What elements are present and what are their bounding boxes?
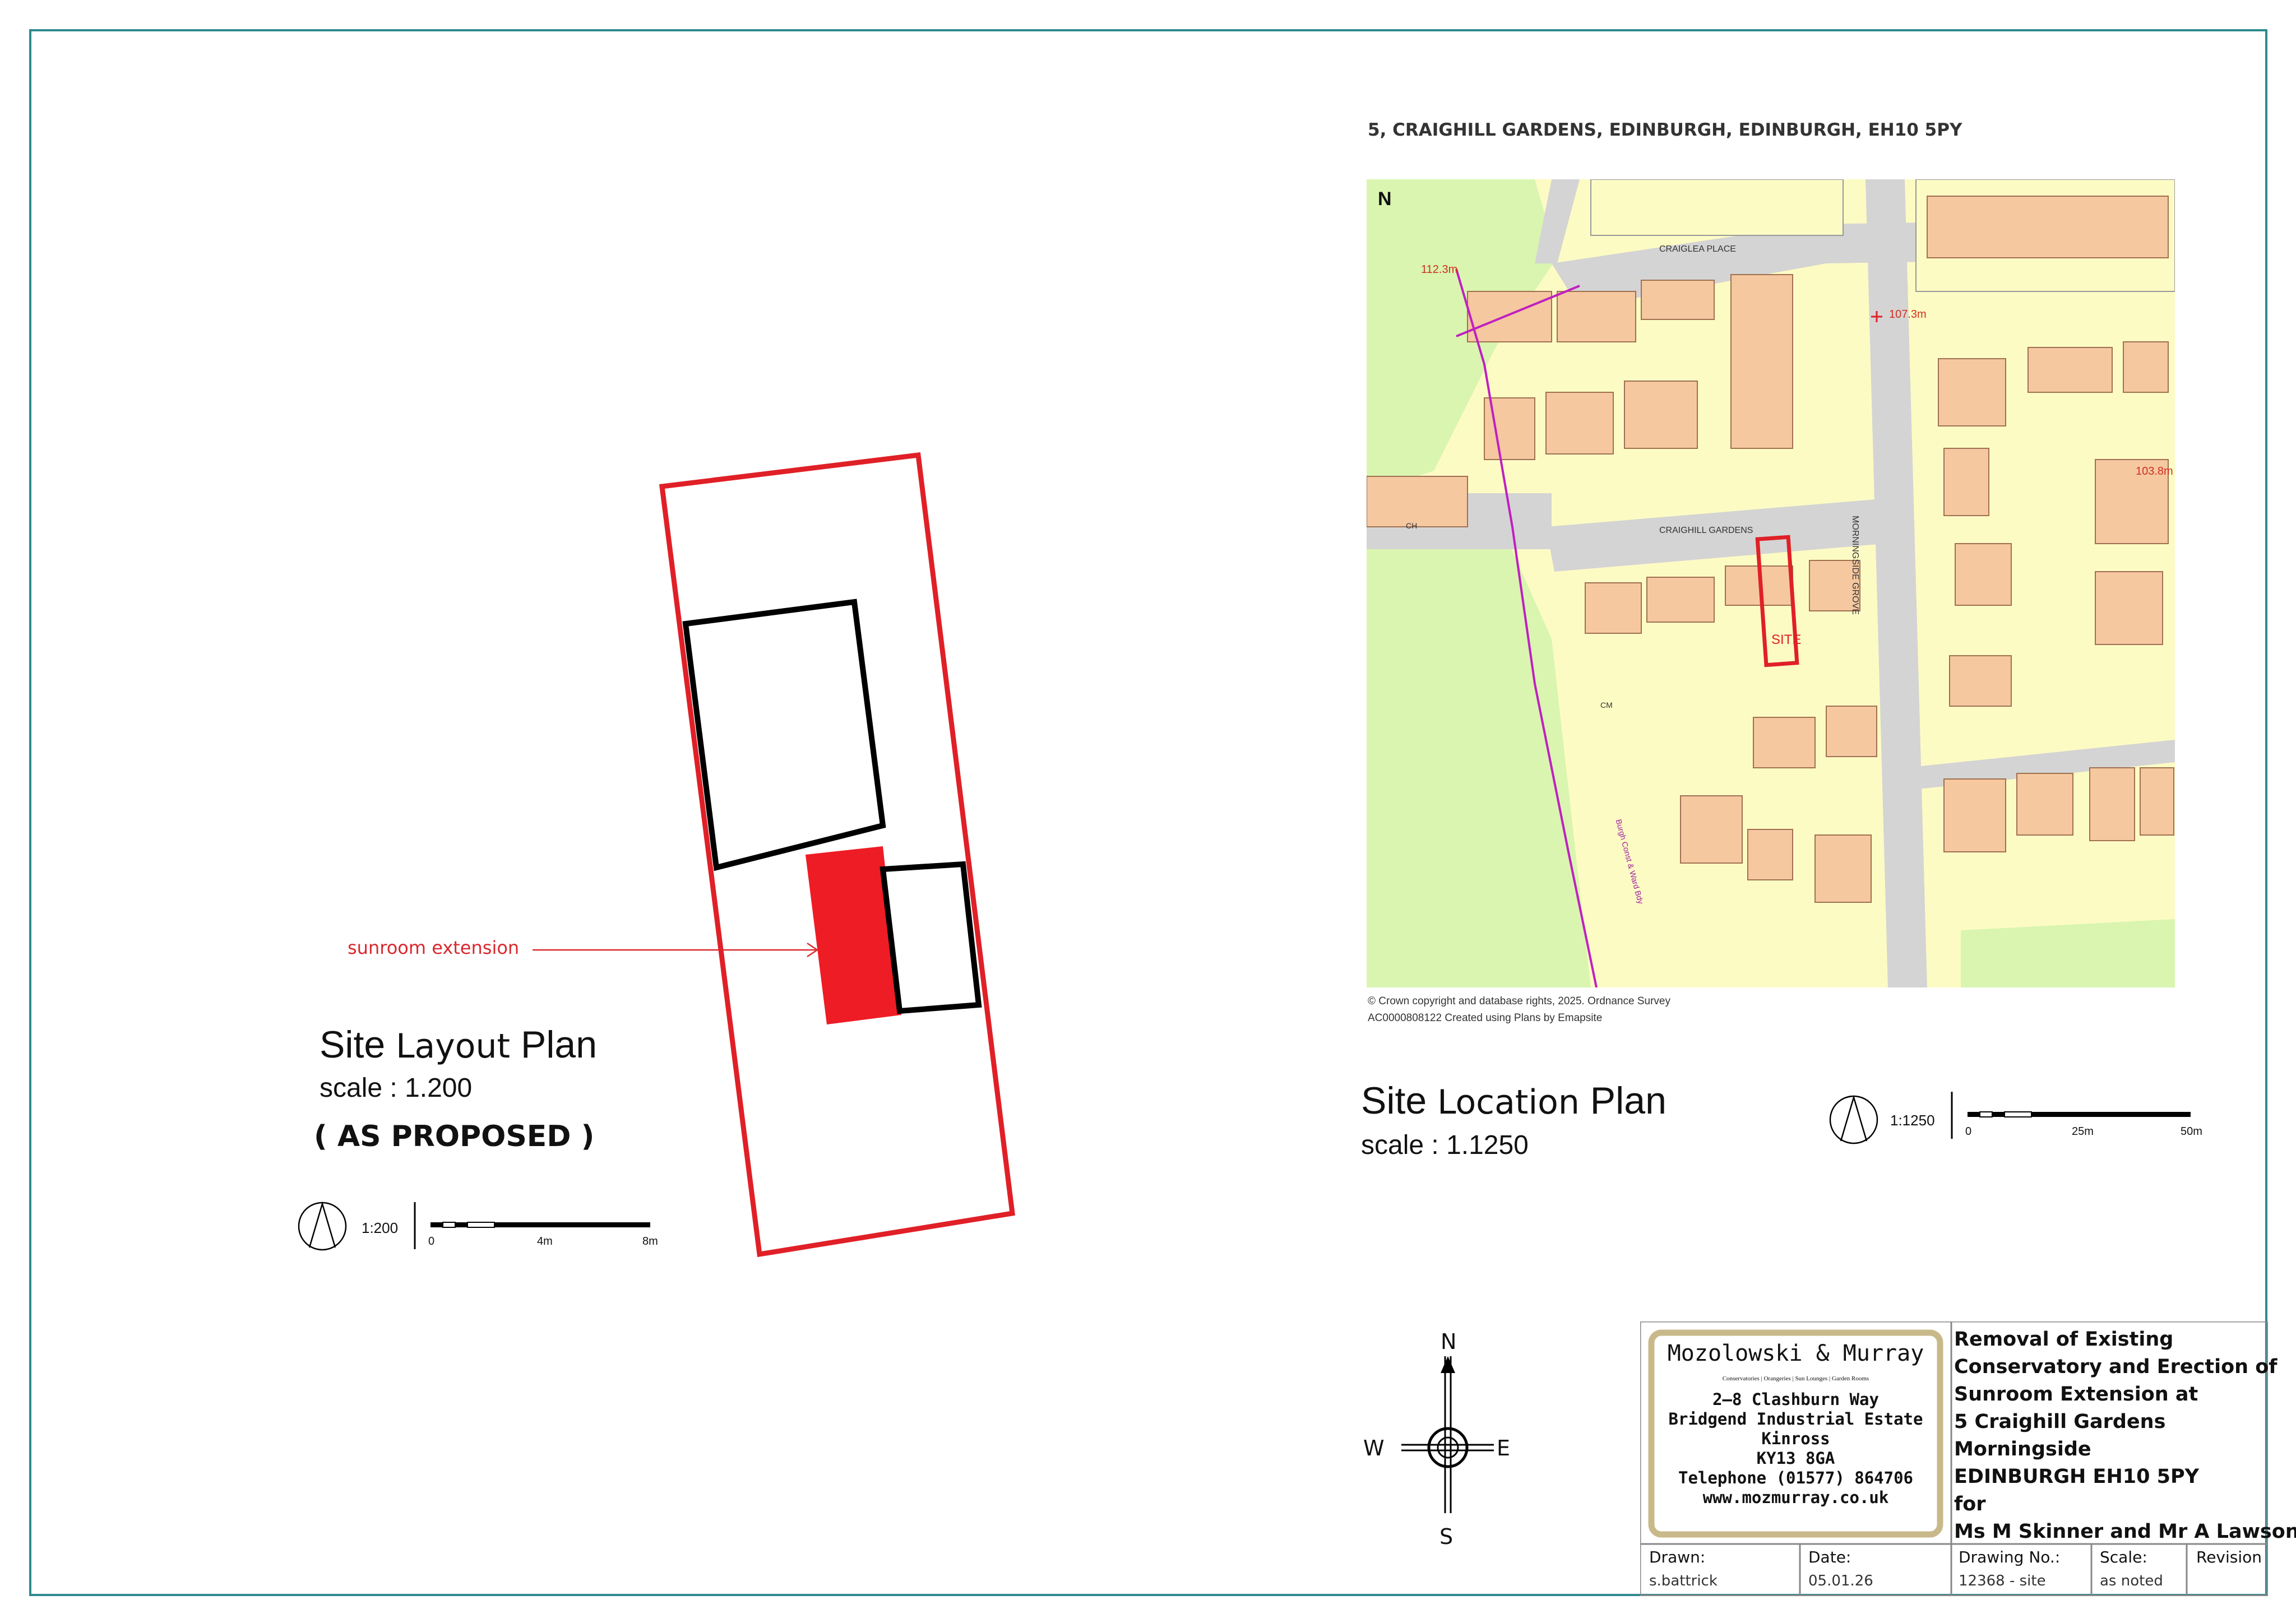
layout-tick-8m: 8m bbox=[642, 1235, 658, 1248]
map-spot-height-1: 112.3m bbox=[1421, 263, 1458, 276]
map-ch-label: CH bbox=[1406, 521, 1418, 530]
location-tick-0: 0 bbox=[1965, 1125, 1972, 1138]
compass-rose-icon bbox=[1401, 1356, 1494, 1513]
sunroom-annotation: sunroom extension bbox=[348, 937, 520, 958]
north-arrow-icon-2 bbox=[1829, 1095, 1878, 1144]
annotation-arrow bbox=[533, 942, 819, 958]
location-tick-25m: 25m bbox=[2072, 1125, 2094, 1138]
map-copyright-1: © Crown copyright and database rights, 2… bbox=[1368, 995, 1670, 1007]
site-layout-drawing bbox=[659, 452, 1016, 1258]
map-street-craiglea: CRAIGLEA PLACE bbox=[1659, 244, 1736, 254]
compass-e: E bbox=[1497, 1436, 1511, 1460]
os-location-map bbox=[1367, 179, 2175, 987]
existing-house bbox=[682, 599, 886, 871]
layout-plan-scale: scale : 1.200 bbox=[320, 1073, 473, 1103]
layout-plan-title: Site Layout Plan bbox=[320, 1023, 598, 1066]
location-scale-ratio: 1:1250 bbox=[1890, 1112, 1935, 1129]
map-spot-height-3: 103.8m bbox=[2136, 465, 2173, 477]
map-street-morningside: MORNINGSIDE GROVE bbox=[1850, 516, 1860, 615]
compass-n: N bbox=[1441, 1329, 1457, 1354]
company-tagline: Conservatories | Orangeries | Sun Lounge… bbox=[1722, 1375, 1869, 1382]
company-name: Mozolowski & Murray bbox=[1667, 1341, 1924, 1366]
location-tick-50m: 50m bbox=[2181, 1125, 2202, 1138]
compass-s: S bbox=[1439, 1524, 1453, 1549]
layout-plan-status: ( AS PROPOSED ) bbox=[314, 1120, 595, 1153]
drawn-value: s.battrick bbox=[1649, 1573, 1718, 1589]
map-cm-label: CM bbox=[1600, 701, 1613, 710]
site-address: 5, CRAIGHILL GARDENS, EDINBURGH, EDINBUR… bbox=[1368, 120, 1962, 140]
sunroom-extension bbox=[806, 846, 901, 1024]
layout-tick-0: 0 bbox=[428, 1235, 435, 1248]
scale-value: as noted bbox=[2100, 1573, 2163, 1589]
location-plan-title: Site Location Plan bbox=[1361, 1079, 1667, 1122]
layout-tick-4m: 4m bbox=[537, 1235, 553, 1248]
drawing-no-label: Drawing No.: bbox=[1959, 1548, 2061, 1566]
layout-scale-ratio: 1:200 bbox=[362, 1219, 399, 1236]
existing-annex bbox=[879, 861, 982, 1014]
company-panel: Mozolowski & Murray Conservatories | Ora… bbox=[1651, 1336, 1940, 1508]
map-spot-height-2: 107.3m bbox=[1889, 308, 1927, 321]
drawing-no-value: 12368 - site bbox=[1959, 1573, 2046, 1589]
map-north-label: N bbox=[1378, 188, 1392, 210]
map-site-label: SITE bbox=[1771, 632, 1802, 647]
project-description: Removal of Existing Conservatory and Ere… bbox=[1954, 1328, 2296, 1543]
date-value: 05.01.26 bbox=[1808, 1573, 1873, 1589]
north-arrow-icon bbox=[298, 1201, 347, 1251]
drawn-label: Drawn: bbox=[1649, 1548, 1706, 1566]
revision-label: Revision bbox=[2196, 1548, 2262, 1566]
location-plan-scale: scale : 1.1250 bbox=[1361, 1130, 1529, 1160]
map-street-craighill: CRAIGHILL GARDENS bbox=[1659, 526, 1753, 535]
compass-w: W bbox=[1363, 1436, 1385, 1460]
date-label: Date: bbox=[1808, 1548, 1851, 1566]
company-address: 2—8 Clashburn Way Bridgend Industrial Es… bbox=[1668, 1390, 1923, 1507]
scale-label: Scale: bbox=[2100, 1548, 2147, 1566]
map-copyright-2: AC0000808122 Created using Plans by Emap… bbox=[1368, 1012, 1603, 1024]
